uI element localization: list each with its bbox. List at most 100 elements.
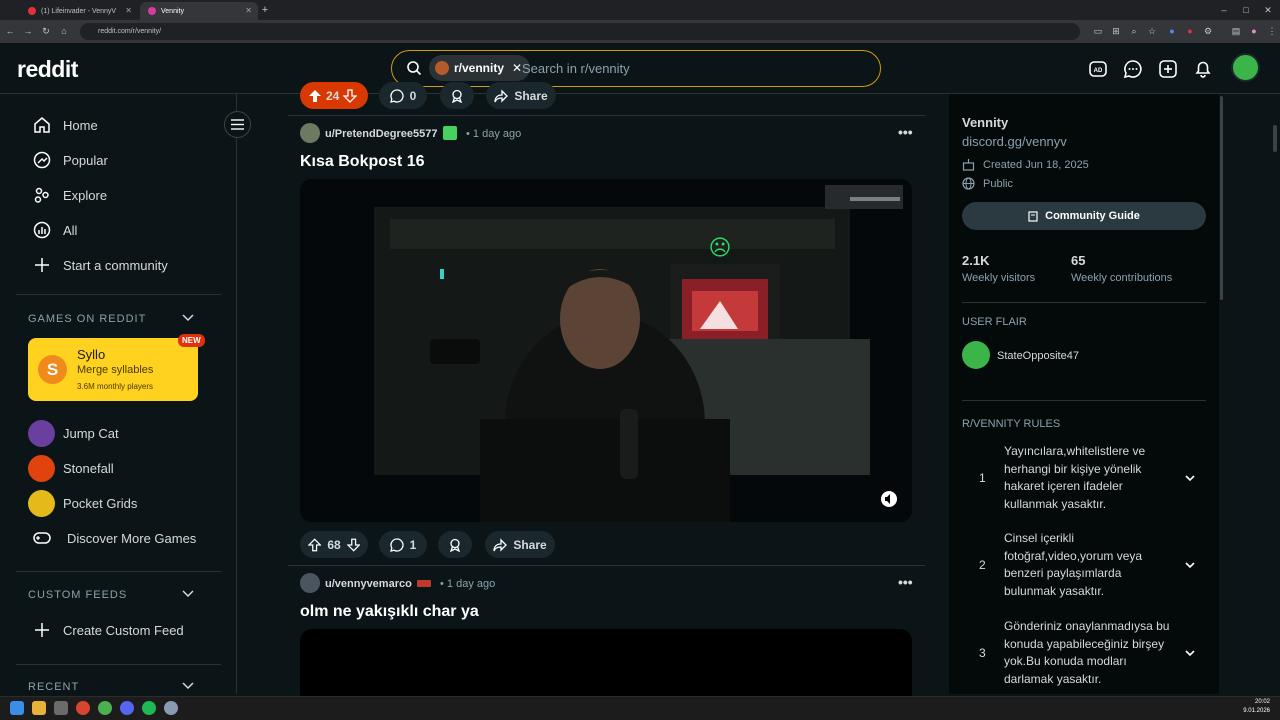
upvote-icon[interactable] (308, 537, 322, 552)
advertise-icon[interactable]: AD (1088, 59, 1108, 79)
post-author[interactable]: u/PretendDegree5577 (325, 128, 438, 140)
reddit-logo[interactable]: reddit (17, 56, 78, 83)
close-icon[interactable]: ✕ (125, 6, 132, 15)
extensions-puzzle-icon[interactable]: ⚙ (1202, 25, 1214, 37)
comments-button[interactable]: 0 (379, 82, 427, 109)
rule-item[interactable]: 2 Cinsel içerikli fotoğraf,video,yorum v… (962, 530, 1206, 600)
post-title[interactable]: Kısa Bokpost 16 (300, 153, 424, 171)
cast-icon[interactable]: ▭ (1092, 25, 1104, 37)
community-guide-button[interactable]: Community Guide (962, 202, 1206, 230)
more-options-icon[interactable]: ••• (898, 124, 913, 140)
sidebar-scrollbar[interactable] (1220, 96, 1223, 300)
chevron-down-icon[interactable] (1184, 647, 1196, 659)
community-name: Vennity (962, 115, 1009, 130)
featured-game-card[interactable]: S Syllo Merge syllables 3.6M monthly pla… (28, 338, 198, 401)
upvote-icon[interactable] (308, 89, 322, 103)
post-media[interactable] (300, 629, 912, 696)
share-icon (494, 88, 509, 103)
app-icon[interactable] (54, 701, 68, 715)
subreddit-chip[interactable]: r/vennity ✕ (429, 55, 531, 81)
share-button[interactable]: Share (486, 82, 556, 109)
user-avatar[interactable] (300, 123, 320, 143)
spotify-icon[interactable] (142, 701, 156, 715)
custom-feeds-title[interactable]: CUSTOM FEEDS (28, 589, 127, 601)
extension-icon[interactable]: ● (1184, 25, 1196, 37)
maximize-icon[interactable]: □ (1240, 4, 1252, 16)
discover-games-link[interactable]: Discover More Games (28, 524, 196, 552)
tab-favicon-icon (28, 7, 36, 15)
nav-start-community[interactable]: Start a community (33, 253, 168, 277)
notifications-bell-icon[interactable] (1193, 59, 1213, 79)
user-avatar[interactable] (300, 573, 320, 593)
award-button[interactable] (440, 82, 474, 109)
menu-kebab-icon[interactable]: ⋮ (1266, 25, 1278, 37)
create-post-icon[interactable] (1158, 59, 1178, 79)
nav-popular[interactable]: Popular (33, 148, 108, 172)
home-browser-icon[interactable]: ⌂ (58, 25, 70, 37)
user-avatar[interactable] (1231, 53, 1260, 82)
nav-all[interactable]: All (33, 218, 77, 242)
translate-icon[interactable]: ⊞ (1110, 25, 1122, 37)
close-icon[interactable]: ✕ (512, 61, 522, 75)
clock-time[interactable]: 20:02 (1236, 699, 1270, 705)
reload-icon[interactable]: ↻ (40, 25, 52, 37)
new-tab-icon[interactable]: + (259, 4, 271, 16)
share-button[interactable]: Share (485, 531, 555, 558)
back-icon[interactable]: ← (4, 25, 16, 37)
search-input[interactable]: Search in r/vennity (522, 61, 630, 76)
nav-home[interactable]: Home (33, 113, 98, 137)
chevron-down-icon[interactable] (182, 590, 194, 598)
chevron-down-icon[interactable] (1184, 472, 1196, 484)
page-scrollbar[interactable] (1273, 125, 1277, 152)
community-link[interactable]: discord.gg/vennyv (962, 134, 1067, 149)
browser-tab-active[interactable]: Vennity ✕ (140, 2, 258, 20)
chevron-down-icon[interactable] (1184, 559, 1196, 571)
post-video[interactable]: ☹ (300, 179, 912, 522)
bookmark-star-icon[interactable]: ☆ (1146, 25, 1158, 37)
game-item[interactable]: Stonefall (28, 454, 114, 482)
mute-button[interactable] (880, 490, 898, 508)
chrome-icon[interactable] (98, 701, 112, 715)
post-author[interactable]: u/vennyvemarco (325, 578, 412, 590)
hamburger-icon (231, 119, 244, 130)
nav-label: Start a community (63, 257, 168, 273)
chevron-down-icon[interactable] (182, 314, 194, 322)
extension-icon[interactable]: ● (1166, 25, 1178, 37)
game-item[interactable]: Jump Cat (28, 419, 119, 447)
side-panel-icon[interactable]: ▤ (1230, 25, 1242, 37)
app-icon[interactable] (76, 701, 90, 715)
recent-title[interactable]: RECENT (28, 681, 79, 693)
minimize-icon[interactable]: – (1218, 4, 1230, 16)
url-field[interactable]: reddit.com/r/vennity/ (80, 23, 1080, 40)
comments-button[interactable]: 1 (379, 531, 427, 558)
close-icon[interactable]: ✕ (245, 6, 252, 15)
post-time: • 1 day ago (466, 128, 522, 140)
zoom-icon[interactable]: ⌕ (1128, 25, 1140, 37)
windows-start-icon[interactable] (10, 701, 24, 715)
games-section-title[interactable]: GAMES ON REDDIT (28, 313, 146, 325)
book-icon (1028, 210, 1038, 222)
file-explorer-icon[interactable] (32, 701, 46, 715)
clock-date[interactable]: 9.01.2026 (1236, 708, 1270, 714)
post-title[interactable]: olm ne yakışıklı char ya (300, 603, 479, 621)
settings-icon[interactable] (164, 701, 178, 715)
more-options-icon[interactable]: ••• (898, 574, 913, 590)
profile-icon[interactable]: ● (1248, 25, 1260, 37)
rule-item[interactable]: 3 Gönderiniz onaylanmadıysa bu konuda ya… (962, 618, 1206, 688)
game-item[interactable]: Pocket Grids (28, 489, 137, 517)
window-close-icon[interactable]: ✕ (1262, 4, 1274, 16)
downvote-icon[interactable] (346, 538, 360, 552)
downvote-icon[interactable] (343, 88, 358, 103)
discord-icon[interactable] (120, 701, 134, 715)
create-custom-feed[interactable]: Create Custom Feed (33, 618, 184, 642)
forward-icon[interactable]: → (22, 25, 34, 37)
award-button[interactable] (438, 531, 472, 558)
chevron-down-icon[interactable] (182, 682, 194, 690)
nav-explore[interactable]: Explore (33, 183, 107, 207)
rule-item[interactable]: 1 Yayıncılara,whitelistlere ve herhangi … (962, 443, 1206, 513)
flair-user[interactable]: StateOpposite47 (997, 350, 1079, 362)
browser-tab[interactable]: (1) Lifeinvader - VennyV ✕ (20, 2, 138, 20)
chat-icon[interactable] (1123, 59, 1143, 79)
pocket-grids-icon (28, 489, 55, 517)
collapse-sidebar-button[interactable] (224, 111, 251, 138)
